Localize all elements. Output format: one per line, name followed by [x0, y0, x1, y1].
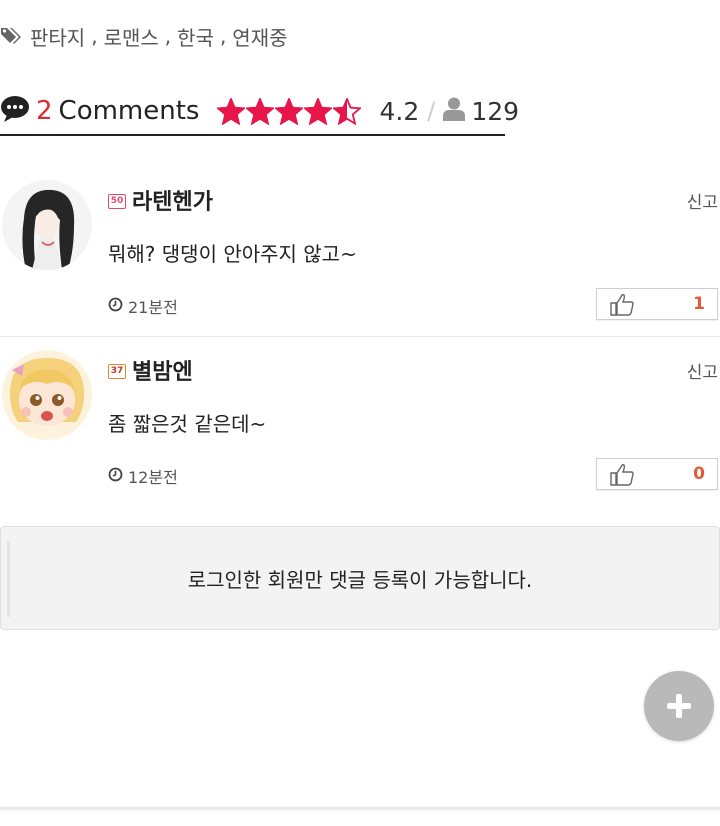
- username[interactable]: 라텐헨가: [132, 184, 213, 216]
- comment-time: 21분전: [108, 294, 178, 318]
- time-label: 21분전: [128, 298, 178, 317]
- comment-time: 12분전: [108, 464, 178, 488]
- level-badge: 37: [108, 364, 126, 379]
- plus-icon[interactable]: [644, 671, 714, 741]
- comment-text: 뭐해? 댕댕이 안아주지 않고~: [108, 242, 357, 266]
- login-notice-text: 로그인한 회원만 댓글 등록이 가능합니다.: [187, 567, 533, 592]
- user-icon: [443, 97, 466, 125]
- level-badge: 50: [108, 194, 126, 209]
- star-icon: [246, 97, 275, 125]
- comment-text: 좀 짧은것 같은데~: [108, 412, 267, 436]
- divider: /: [427, 97, 436, 125]
- tag-icon: [0, 26, 24, 46]
- like-button[interactable]: 0: [596, 458, 718, 490]
- comment-count: 2: [36, 96, 53, 126]
- thumbs-up-icon: [610, 294, 634, 316]
- comments-label: Comments: [58, 96, 200, 126]
- star-icon: [217, 97, 246, 125]
- rating-value: 4.2: [379, 96, 420, 126]
- star-icon: [304, 97, 333, 125]
- rating-stars: [217, 97, 362, 125]
- clock-icon: [108, 467, 123, 486]
- speech-bubble-icon: [0, 95, 30, 127]
- like-count: 0: [693, 464, 705, 484]
- divider: [7, 541, 10, 617]
- tag-item[interactable]: 한국: [177, 22, 214, 51]
- thumbs-up-icon: [610, 464, 634, 486]
- tag-item[interactable]: 로맨스: [104, 22, 159, 51]
- view-count: 129: [471, 96, 520, 126]
- star-icon: [333, 97, 362, 125]
- tag-item[interactable]: 판타지: [30, 22, 85, 51]
- username[interactable]: 별밤엔: [132, 354, 193, 386]
- like-count: 1: [693, 294, 705, 314]
- like-button[interactable]: 1: [596, 288, 718, 320]
- comment-item: 50 라텐헨가 신고 뭐해? 댕댕이 안아주지 않고~ 21분전 1: [0, 168, 720, 337]
- tag-item[interactable]: 연재중: [232, 22, 287, 51]
- avatar[interactable]: [2, 350, 92, 440]
- star-icon: [275, 97, 304, 125]
- time-label: 12분전: [128, 468, 178, 487]
- comment-item: 37 별밤엔 신고 좀 짧은것 같은데~ 12분전 0: [0, 338, 720, 506]
- divider: [0, 807, 720, 809]
- comment-form-notice: 로그인한 회원만 댓글 등록이 가능합니다.: [0, 526, 720, 630]
- clock-icon: [108, 297, 123, 316]
- report-button[interactable]: 신고: [687, 188, 718, 213]
- tag-list: 판타지, 로맨스, 한국, 연재중: [0, 20, 288, 52]
- report-button[interactable]: 신고: [687, 358, 718, 383]
- avatar[interactable]: [2, 180, 92, 270]
- comments-header: 2 Comments 4.2 / 129: [0, 88, 519, 136]
